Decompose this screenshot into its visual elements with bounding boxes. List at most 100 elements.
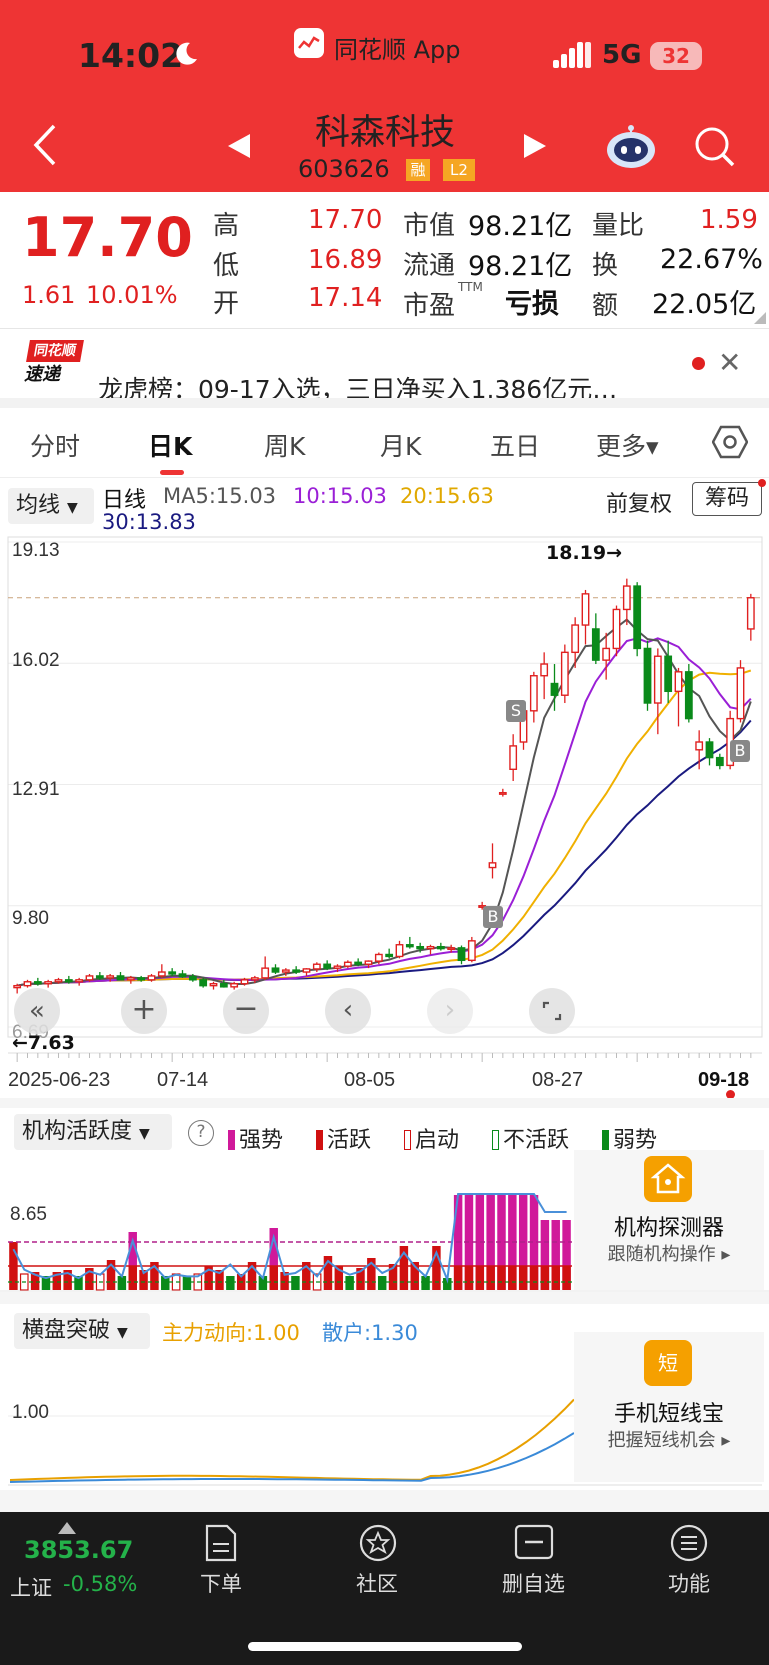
fullscreen-icon[interactable]: [529, 988, 575, 1034]
chip-distribution-button[interactable]: 筹码: [692, 482, 762, 516]
legend-strong: 强势: [228, 1122, 283, 1154]
candlestick: [705, 738, 714, 766]
chevron-down-icon: ▼: [139, 1126, 150, 1142]
candle-body: [199, 979, 208, 987]
legend-swatch: [316, 1130, 323, 1150]
next-stock-icon[interactable]: [522, 132, 548, 160]
app-name: 同花顺 App: [334, 36, 461, 64]
promo-title: 机构探测器: [613, 1216, 724, 1241]
tab-weekly-k[interactable]: 周K: [264, 427, 305, 463]
help-icon[interactable]: ?: [188, 1120, 214, 1146]
candle-body: [333, 965, 342, 969]
unread-dot: [692, 357, 705, 370]
zoom-out-icon[interactable]: −: [223, 988, 269, 1034]
activity-bar-weak: [291, 1276, 300, 1290]
candle-body: [416, 945, 425, 950]
candlestick: [13, 983, 22, 994]
activity-bar-weak: [377, 1276, 387, 1290]
legend-label: 启动: [415, 1128, 460, 1153]
promo-subtitle: 跟随机构操作 ▸: [607, 1244, 731, 1265]
pan-left-icon[interactable]: ‹: [325, 988, 371, 1034]
candle-body: [674, 671, 683, 693]
ma30-value: 30:13.83: [102, 510, 196, 534]
search-icon[interactable]: [692, 124, 736, 168]
open-label: 开: [213, 289, 240, 319]
kline-chart[interactable]: [0, 535, 769, 1095]
promo-institution-detector[interactable]: 机构探测器 跟随机构操作 ▸: [574, 1150, 764, 1290]
news-logo: 同花顺 速递: [24, 340, 84, 390]
tab-five-day[interactable]: 五日: [490, 427, 540, 463]
candle-body: [219, 983, 228, 988]
activity-bar-base: [128, 1266, 137, 1290]
activity-bar-weak: [117, 1276, 127, 1290]
expand-corner-icon[interactable]: [752, 312, 766, 324]
candle-body: [633, 585, 642, 650]
candle-body: [147, 975, 156, 981]
remove-watchlist-icon[interactable]: [514, 1524, 554, 1560]
candlestick: [168, 968, 177, 976]
nav-order[interactable]: 下单: [200, 1568, 242, 1598]
ma5-value: MA5:15.03: [163, 484, 277, 508]
order-document-icon[interactable]: [204, 1524, 238, 1562]
tab-active-indicator: [160, 470, 184, 475]
candlestick: [44, 979, 53, 988]
buy-marker: B: [730, 740, 750, 762]
activity-bar-base: [453, 1266, 463, 1290]
nav-functions[interactable]: 功能: [668, 1568, 710, 1598]
scroll-left-double-icon[interactable]: «: [14, 988, 60, 1034]
candle-body: [292, 969, 301, 973]
activity-bar-base: [269, 1266, 278, 1290]
robot-assistant-icon[interactable]: [603, 122, 659, 170]
tab-monthly-k[interactable]: 月K: [380, 427, 421, 463]
candle-body: [591, 628, 600, 661]
zoom-in-icon[interactable]: +: [121, 988, 167, 1034]
indicator-selector-institution[interactable]: 机构活跃度 ▼: [14, 1114, 172, 1150]
back-icon[interactable]: [30, 122, 60, 168]
candle-body: [85, 975, 94, 981]
pe-value: 亏损: [505, 289, 559, 320]
nav-remove-watchlist[interactable]: 删自选: [502, 1568, 565, 1598]
tab-more[interactable]: 更多▾: [596, 427, 659, 463]
candle-body: [75, 979, 84, 983]
candle-body: [622, 585, 631, 611]
stock-code: 603626: [298, 155, 390, 183]
tab-intraday[interactable]: 分时: [30, 427, 80, 463]
low-value: 16.89: [308, 245, 383, 275]
legend-inactive: 不活跃: [492, 1122, 569, 1154]
turnover-value: 22.67%: [660, 244, 763, 275]
indicator-selector-breakout[interactable]: 横盘突破 ▼: [14, 1313, 150, 1349]
candlestick: [302, 968, 311, 976]
tab-daily-k[interactable]: 日K: [148, 427, 192, 463]
menu-circle-icon[interactable]: [670, 1524, 708, 1562]
candle-body: [302, 968, 311, 973]
nav-community[interactable]: 社区: [356, 1568, 398, 1598]
candle-body: [44, 981, 53, 985]
community-star-icon[interactable]: [358, 1524, 398, 1562]
mcap-value: 98.21亿: [468, 211, 573, 242]
activity-bar-weak: [421, 1276, 430, 1290]
network-label: 5G: [602, 40, 642, 70]
adjust-mode-label[interactable]: 前复权: [606, 486, 672, 518]
candle-body: [95, 975, 104, 979]
panel-separator: [0, 1292, 769, 1304]
candle-body: [664, 655, 673, 693]
news-logo-top: 同花顺: [26, 340, 84, 362]
pan-right-icon[interactable]: ›: [427, 988, 473, 1034]
candle-body: [385, 953, 394, 958]
x-date-label-current: 09-18: [698, 1069, 750, 1091]
ma30-line: [17, 719, 752, 987]
candle-body: [488, 862, 497, 869]
candlestick: [436, 942, 445, 951]
promo-short-term-tool[interactable]: 短 手机短线宝 把握短线机会 ▸: [574, 1332, 764, 1482]
l2-tag: L2: [443, 159, 475, 181]
prev-stock-icon[interactable]: [226, 132, 252, 160]
candle-body: [250, 977, 259, 981]
close-icon[interactable]: ✕: [718, 346, 741, 379]
index-value[interactable]: 3853.67: [24, 1536, 133, 1564]
candle-body: [395, 944, 404, 958]
settings-hexagon-icon[interactable]: [712, 424, 748, 460]
expand-up-icon[interactable]: [58, 1522, 76, 1534]
ma-selector[interactable]: 均线 ▼: [8, 488, 94, 524]
candle-body: [684, 671, 693, 720]
activity-bar-base: [551, 1266, 560, 1290]
